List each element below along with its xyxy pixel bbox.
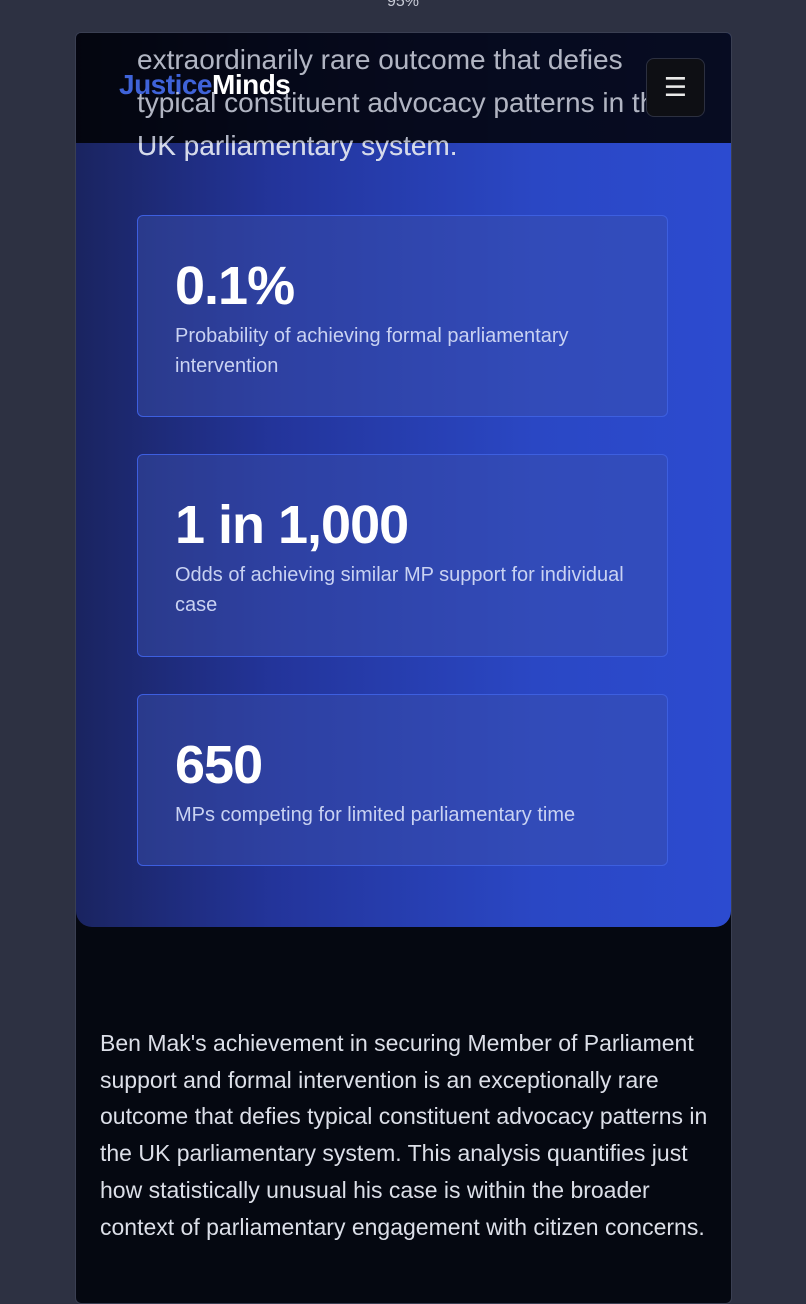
- stat-description: Odds of achieving similar MP support for…: [175, 564, 624, 616]
- hamburger-menu-icon: ☰: [663, 72, 688, 102]
- menu-button[interactable]: ☰: [646, 58, 705, 117]
- top-navigation-bar: JusticeMinds extraordinarily rare outcom…: [76, 33, 731, 161]
- analysis-intro-paragraph: Ben Mak's achievement in securing Member…: [100, 1030, 708, 1240]
- stat-card-odds: 1 in 1,000 Odds of achieving similar MP …: [137, 454, 668, 657]
- stat-value: 0.1%: [175, 256, 295, 316]
- zoom-level-indicator: 95%: [386, 0, 420, 10]
- stat-description: Probability of achieving formal parliame…: [175, 325, 569, 377]
- hero-intro-text-behind-nav: extraordinarily rare outcome that defies…: [137, 44, 671, 161]
- stat-card-mps: 650 MPs competing for limited parliament…: [137, 694, 668, 866]
- mobile-viewport: extraordinarily rare outcome that defies…: [75, 32, 732, 1304]
- stat-description: MPs competing for limited parliamentary …: [175, 804, 576, 826]
- stat-value: 1 in 1,000: [175, 495, 409, 555]
- hero-section: extraordinarily rare outcome that defies…: [76, 33, 731, 927]
- stat-card-probability: 0.1% Probability of achieving formal par…: [137, 215, 668, 417]
- stat-value: 650: [175, 735, 263, 795]
